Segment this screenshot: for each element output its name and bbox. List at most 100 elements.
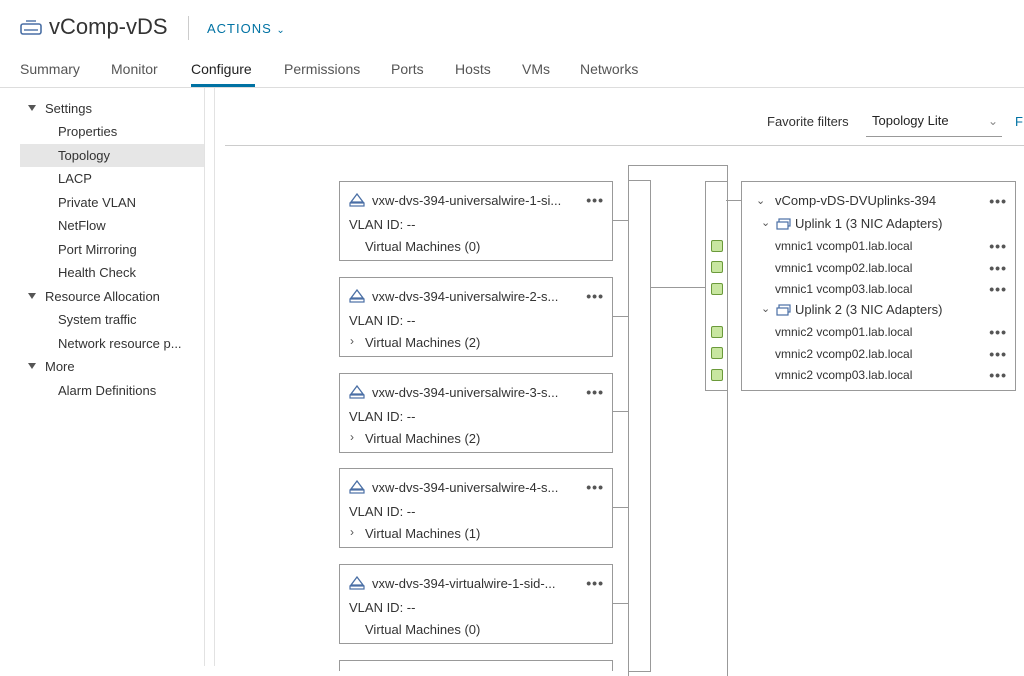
vlan-id: VLAN ID: --	[349, 313, 416, 328]
tab-configure[interactable]: Configure	[191, 61, 252, 77]
uplink-port-icon[interactable]	[711, 240, 723, 252]
vmnic-item[interactable]: vmnic1 vcomp03.lab.local	[775, 282, 912, 296]
chevron-right-icon[interactable]: ›	[350, 430, 354, 444]
port-group-name[interactable]: vxw-dvs-394-universalwire-2-s...	[372, 289, 590, 304]
chevron-down-icon: ⌄	[276, 25, 286, 36]
tree-item-port-mirroring[interactable]: Port Mirroring	[20, 238, 204, 261]
more-options-icon[interactable]: •••	[989, 193, 1007, 209]
more-options-icon[interactable]: •••	[586, 192, 604, 208]
port-group-name[interactable]: vxw-dvs-394-universalwire-3-s...	[372, 385, 590, 400]
tree-item-network-resource-pools[interactable]: Network resource p...	[20, 332, 204, 355]
more-options-icon[interactable]: •••	[586, 288, 604, 304]
uplink-2-label[interactable]: Uplink 2 (3 NIC Adapters)	[795, 302, 942, 317]
distributed-switch-icon	[20, 20, 42, 35]
tree-label: Health Check	[58, 265, 137, 280]
caret-down-icon	[28, 293, 36, 299]
tab-hosts[interactable]: Hosts	[455, 61, 491, 77]
chevron-down-icon[interactable]: ⌄	[761, 216, 770, 229]
connector-line	[612, 411, 628, 412]
vlan-id: VLAN ID: --	[349, 409, 416, 424]
panel-divider	[214, 88, 215, 666]
virtual-machines-toggle[interactable]: Virtual Machines (1)	[365, 526, 480, 541]
virtual-machines-toggle[interactable]: Virtual Machines (2)	[365, 335, 480, 350]
port-group-name[interactable]: vxw-dvs-394-virtualwire-1-sid-...	[372, 576, 590, 591]
uplink-port-icon[interactable]	[711, 283, 723, 295]
more-options-icon[interactable]: •••	[586, 479, 604, 495]
vlan-id: VLAN ID: --	[349, 217, 416, 232]
tree-item-netflow[interactable]: NetFlow	[20, 214, 204, 237]
tree-label: More	[45, 359, 75, 374]
caret-down-icon	[28, 363, 36, 369]
port-group-card[interactable]: vxw-dvs-394-universalwire-1-si... ••• VL…	[339, 181, 613, 261]
virtual-machines-toggle[interactable]: Virtual Machines (2)	[365, 431, 480, 446]
uplink-port-icon[interactable]	[711, 369, 723, 381]
tab-ports[interactable]: Ports	[391, 61, 424, 77]
port-group-card[interactable]: vxw-dvs-394-virtualwire-1-sid-... ••• VL…	[339, 564, 613, 644]
vmnic-item[interactable]: vmnic1 vcomp02.lab.local	[775, 261, 912, 275]
switch-port-column	[628, 180, 651, 672]
more-options-icon[interactable]: •••	[586, 384, 604, 400]
tree-group-settings[interactable]: Settings	[20, 97, 204, 120]
virtual-machines-count: Virtual Machines (0)	[365, 622, 481, 637]
favorite-filters-select[interactable]: Topology Lite ⌄	[866, 108, 1002, 137]
tree-item-lacp[interactable]: LACP	[20, 167, 204, 190]
uplink-port-icon[interactable]	[711, 326, 723, 338]
chevron-down-icon[interactable]: ⌄	[761, 302, 770, 315]
actions-label: ACTIONS	[207, 21, 272, 36]
tree-item-system-traffic[interactable]: System traffic	[20, 308, 204, 331]
panel-divider[interactable]	[204, 88, 205, 666]
tree-item-properties[interactable]: Properties	[20, 120, 204, 143]
uplink-port-icon[interactable]	[711, 261, 723, 273]
more-options-icon[interactable]: •••	[586, 575, 604, 591]
tree-label: System traffic	[58, 312, 137, 327]
more-options-icon[interactable]: •••	[989, 238, 1007, 254]
vmnic-item[interactable]: vmnic2 vcomp03.lab.local	[775, 368, 912, 382]
more-options-icon[interactable]: •••	[989, 281, 1007, 297]
tree-label: Port Mirroring	[58, 242, 137, 257]
header-separator	[188, 16, 189, 40]
port-group-icon	[349, 385, 365, 399]
tree-group-more[interactable]: More	[20, 355, 204, 378]
more-options-icon[interactable]: •••	[989, 260, 1007, 276]
chevron-down-icon[interactable]: ⌄	[756, 194, 765, 207]
port-group-card[interactable]: vxw-dvs-394-universalwire-3-s... ••• VLA…	[339, 373, 613, 453]
tree-label: NetFlow	[58, 218, 106, 233]
tree-label: Topology	[58, 148, 111, 163]
uplinks-card: ⌄ vComp-vDS-DVUplinks-394 ••• ⌄ Uplink 1…	[741, 181, 1016, 391]
port-group-card[interactable]: vxw-dvs-394-universalwire-4-s... ••• VLA…	[339, 468, 613, 548]
port-group-icon	[349, 576, 365, 590]
caret-down-icon	[28, 105, 36, 111]
tree-item-alarm-definitions[interactable]: Alarm Definitions	[20, 379, 204, 402]
port-group-name[interactable]: vxw-dvs-394-universalwire-1-si...	[372, 193, 590, 208]
vmnic-item[interactable]: vmnic2 vcomp02.lab.local	[775, 347, 912, 361]
port-group-name[interactable]: vxw-dvs-394-universalwire-4-s...	[372, 480, 590, 495]
tab-monitor[interactable]: Monitor	[111, 61, 158, 77]
uplink-port-icon[interactable]	[711, 347, 723, 359]
tree-label: Resource Allocation	[45, 289, 160, 304]
tab-networks[interactable]: Networks	[580, 61, 638, 77]
chevron-right-icon[interactable]: ›	[350, 334, 354, 348]
tree-item-health-check[interactable]: Health Check	[20, 261, 204, 284]
tabs-divider	[0, 87, 1024, 88]
tab-permissions[interactable]: Permissions	[284, 61, 360, 77]
tab-vms[interactable]: VMs	[522, 61, 550, 77]
filter-link[interactable]: F	[1015, 114, 1023, 129]
actions-menu-button[interactable]: ACTIONS ⌄	[207, 21, 286, 36]
uplink-group-name[interactable]: vComp-vDS-DVUplinks-394	[775, 193, 936, 208]
uplink-1-label[interactable]: Uplink 1 (3 NIC Adapters)	[795, 216, 942, 231]
vmnic-item[interactable]: vmnic1 vcomp01.lab.local	[775, 239, 912, 253]
more-options-icon[interactable]: •••	[989, 324, 1007, 340]
chevron-right-icon[interactable]: ›	[350, 525, 354, 539]
tree-group-resource-allocation[interactable]: Resource Allocation	[20, 285, 204, 308]
tab-summary[interactable]: Summary	[20, 61, 80, 77]
vmnic-item[interactable]: vmnic2 vcomp01.lab.local	[775, 325, 912, 339]
vlan-id: VLAN ID: --	[349, 600, 416, 615]
tree-item-private-vlan[interactable]: Private VLAN	[20, 191, 204, 214]
tree-item-topology[interactable]: Topology	[20, 144, 204, 167]
more-options-icon[interactable]: •••	[989, 367, 1007, 383]
port-group-card[interactable]: vxw-dvs-394-universalwire-2-s... ••• VLA…	[339, 277, 613, 357]
more-options-icon[interactable]: •••	[989, 346, 1007, 362]
connector-line	[677, 287, 705, 288]
tree-label: Network resource p...	[58, 336, 182, 351]
page-title: vComp-vDS	[49, 14, 168, 39]
